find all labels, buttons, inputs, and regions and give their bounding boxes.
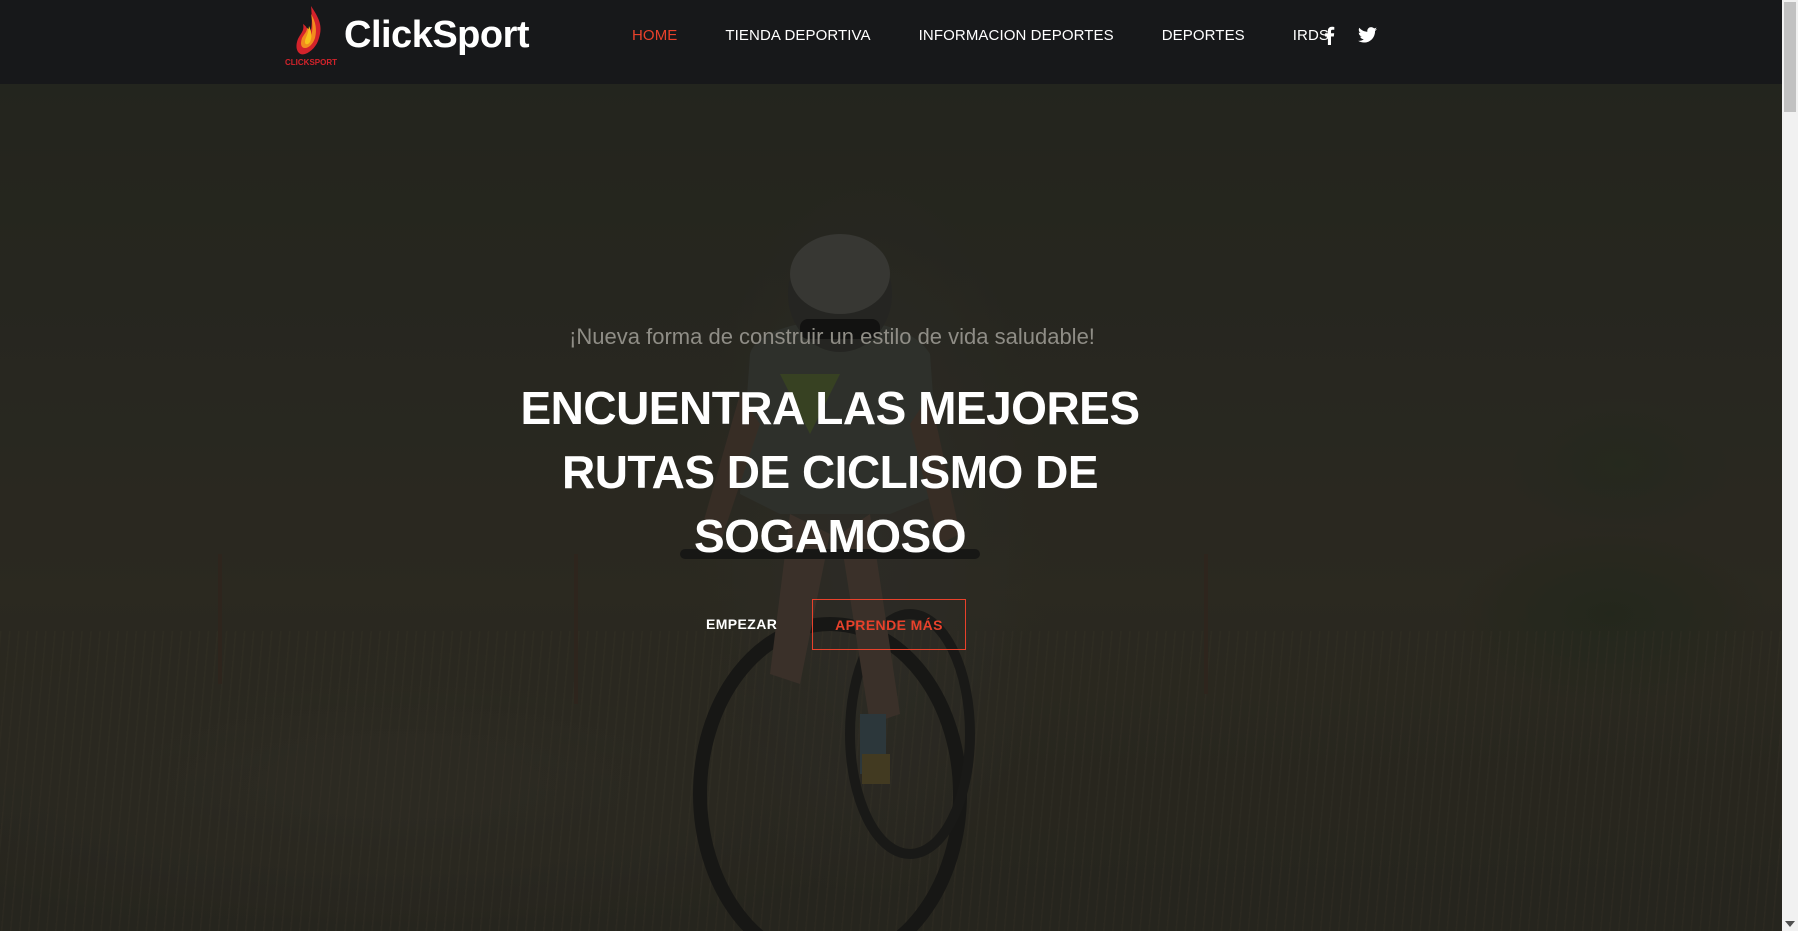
brand-name[interactable]: ClickSport — [344, 14, 530, 57]
page: CLICKSPORT ClickSport HOME TIENDA DEPORT… — [0, 0, 1798, 931]
hero-subtitle: ¡Nueva forma de construir un estilo de v… — [569, 324, 1095, 349]
nav-informacion-deportes[interactable]: INFORMACION DEPORTES — [919, 27, 1114, 44]
aprende-mas-button[interactable]: APRENDE MÁS — [812, 599, 966, 650]
nav-home[interactable]: HOME — [632, 27, 677, 44]
hero-content: ¡Nueva forma de construir un estilo de v… — [0, 84, 1782, 931]
navbar: CLICKSPORT ClickSport HOME TIENDA DEPORT… — [0, 0, 1782, 84]
flame-logo-icon — [296, 6, 321, 55]
scroll-down-arrow-icon[interactable] — [1785, 921, 1795, 927]
vertical-scrollbar[interactable] — [1782, 0, 1798, 931]
logo-caption: CLICKSPORT — [285, 58, 337, 67]
social-links — [1318, 24, 1394, 46]
facebook-icon[interactable] — [1318, 24, 1340, 46]
nav-deportes[interactable]: DEPORTES — [1162, 27, 1245, 44]
hero-section: ¡Nueva forma de construir un estilo de v… — [0, 84, 1782, 931]
hero-headline: ENCUENTRA LAS MEJORES RUTAS DE CICLISMO … — [520, 382, 1140, 562]
empezar-button[interactable]: EMPEZAR — [706, 616, 777, 632]
twitter-icon[interactable] — [1356, 24, 1378, 46]
nav-tienda-deportiva[interactable]: TIENDA DEPORTIVA — [725, 27, 870, 44]
brand-logo[interactable]: CLICKSPORT — [285, 4, 337, 70]
scrollbar-thumb[interactable] — [1784, 2, 1796, 112]
main-nav: HOME TIENDA DEPORTIVA INFORMACION DEPORT… — [632, 27, 1377, 44]
